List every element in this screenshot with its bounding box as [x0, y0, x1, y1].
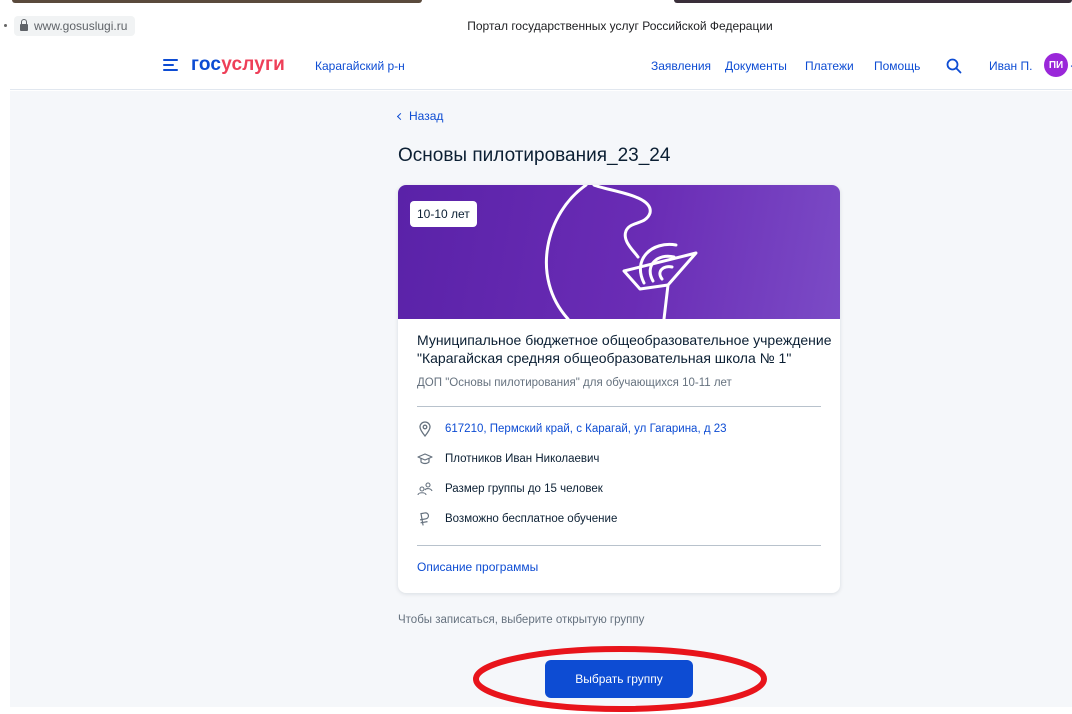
group-icon: [417, 481, 433, 497]
menu-icon[interactable]: [163, 59, 178, 71]
payment-text: Возможно бесплатное обучение: [445, 513, 618, 525]
payment-row: Возможно бесплатное обучение: [417, 511, 617, 527]
nav-documents[interactable]: Документы: [725, 59, 787, 73]
program-description: ДОП "Основы пилотирования" для обучающих…: [417, 377, 732, 389]
region-selector[interactable]: Карагайский р-н: [315, 59, 405, 73]
age-badge: 10-10 лет: [410, 201, 477, 227]
user-name[interactable]: Иван П.: [989, 59, 1032, 73]
window-title: Портал государственных услуг Российской …: [467, 19, 773, 33]
organization-name: Муниципальное бюджетное общеобразователь…: [417, 332, 832, 366]
address-text: 617210, Пермский край, с Карагай, ул Гаг…: [445, 423, 727, 435]
avatar[interactable]: ПИ: [1044, 53, 1068, 77]
group-size-text: Размер группы до 15 человек: [445, 483, 603, 495]
ruble-icon: [417, 511, 433, 527]
search-icon[interactable]: [946, 58, 962, 74]
divider: [417, 406, 821, 407]
site-header: госуслуги Карагайский р-н Заявления Доку…: [10, 42, 1072, 90]
browser-bar: www.gosuslugi.ru Портал государственных …: [0, 0, 1072, 42]
teacher-text: Плотников Иван Николаевич: [445, 453, 600, 465]
choose-group-button[interactable]: Выбрать группу: [545, 660, 693, 698]
group-size-row: Размер группы до 15 человек: [417, 481, 603, 497]
program-description-link[interactable]: Описание программы: [417, 560, 538, 574]
nav-applications[interactable]: Заявления: [651, 59, 711, 73]
tab-strip-right: [674, 0, 1072, 3]
teacher-row: Плотников Иван Николаевич: [417, 451, 599, 467]
program-banner: 10-10 лет: [398, 185, 840, 319]
nav-help[interactable]: Помощь: [874, 59, 920, 73]
enroll-hint: Чтобы записаться, выберите открытую груп…: [398, 614, 645, 626]
address-row[interactable]: 617210, Пермский край, с Карагай, ул Гаг…: [417, 421, 727, 437]
tab-strip-left: [12, 0, 422, 3]
back-label: Назад: [409, 109, 444, 123]
chevron-left-icon: [396, 112, 405, 120]
gosuslugi-logo[interactable]: госуслуги: [191, 54, 285, 76]
back-link[interactable]: Назад: [396, 109, 444, 123]
graduation-cap-icon: [417, 451, 433, 467]
divider: [417, 545, 821, 546]
nav-payments[interactable]: Платежи: [805, 59, 854, 73]
location-pin-icon: [417, 421, 433, 437]
program-card: 10-10 лет Муниципальное бюджетное общеоб…: [398, 185, 840, 593]
page-title: Основы пилотирования_23_24: [398, 145, 671, 166]
